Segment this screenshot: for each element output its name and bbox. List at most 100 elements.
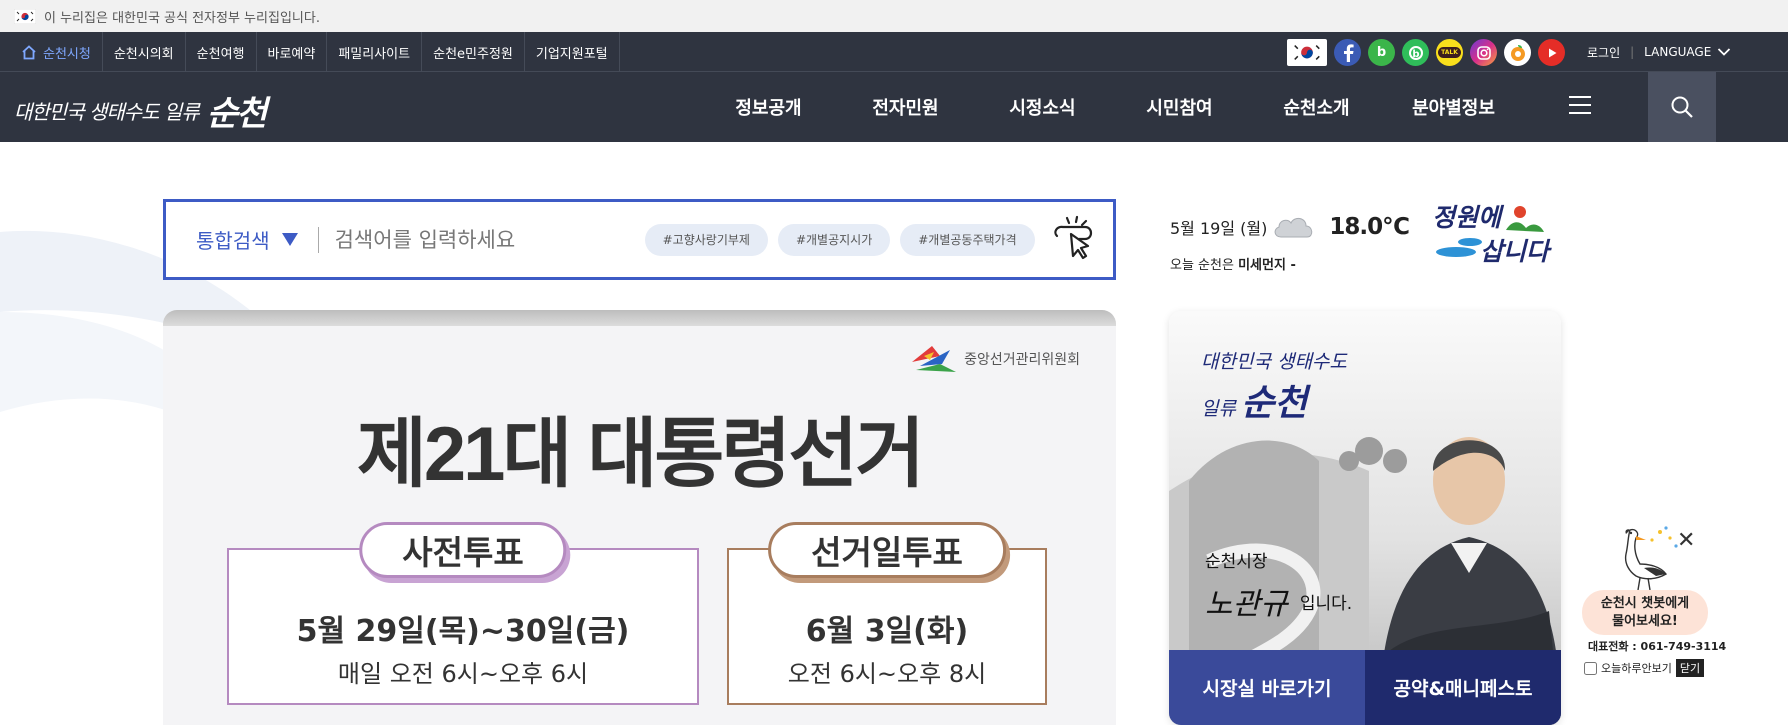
- gov-notice-bar: 이 누리집은 대한민국 공식 전자정부 누리집입니다.: [0, 0, 1788, 32]
- mayor-office-button[interactable]: 시장실 바로가기: [1169, 650, 1365, 725]
- weather-widget: 5월 19일 (월) 18.0℃ 오늘 순천은 미세먼지 -: [1170, 214, 1410, 273]
- mayor-signature-row: 노관규 입니다.: [1205, 579, 1352, 623]
- mayor-card: 대한민국 생태수도 일류 순천 순천시장 노관규 입니다. 시장실 바로가기 공…: [1169, 311, 1561, 725]
- early-voting-time: 매일 오전 6시~오후 6시: [337, 660, 589, 688]
- site-link-label: 순천시청: [43, 46, 91, 62]
- early-voting-label: 사전투표: [359, 522, 567, 578]
- nec-emblem-icon: [912, 346, 957, 372]
- search-tag[interactable]: #개별공지시가: [777, 223, 891, 256]
- header-search-button[interactable]: [1648, 72, 1716, 142]
- menu-e-civil[interactable]: 전자민원: [837, 94, 974, 120]
- language-button[interactable]: LANGUAGE: [1644, 45, 1731, 59]
- util-divider: |: [1630, 45, 1635, 59]
- suncheon-story-icon[interactable]: [1504, 39, 1531, 66]
- mayor-slogan-line2: 일류: [1201, 398, 1236, 420]
- garden-logo-line2: 삽니다: [1480, 237, 1552, 266]
- site-link-democracy[interactable]: 순천e민주정원: [422, 32, 525, 72]
- sns-links: b b TALK: [1287, 39, 1565, 66]
- all-menu-icon[interactable]: [1569, 96, 1591, 116]
- youtube-icon[interactable]: [1538, 39, 1565, 66]
- blog-icon[interactable]: b: [1368, 39, 1395, 66]
- early-voting-date: 5월 29일(목)~30일(금): [296, 614, 630, 649]
- logo-slogan: 대한민국 생태수도 일류: [14, 100, 200, 124]
- korea-flag-icon[interactable]: [1287, 39, 1327, 66]
- menu-info-disclosure[interactable]: 정보공개: [700, 94, 837, 120]
- search-input[interactable]: [334, 227, 625, 252]
- hide-today-row: 오늘하루안보기 닫기: [1584, 659, 1705, 677]
- band-icon[interactable]: b: [1402, 39, 1429, 66]
- early-voting-box: 사전투표 5월 29일(목)~30일(금) 매일 오전 6시~오후 6시: [227, 522, 699, 705]
- chatbot-message[interactable]: 순천시 챗봇에게 물어보세요!: [1582, 590, 1708, 635]
- search-tags: #고향사랑기부제 #개별공지시가 #개별공동주택가격: [644, 223, 1035, 256]
- dust-info: 오늘 순천은 미세먼지 -: [1170, 254, 1409, 273]
- site-link-tour[interactable]: 순천여행: [186, 32, 257, 72]
- election-day-date: 6월 3일(화): [805, 614, 969, 649]
- chevron-down-icon: [1718, 48, 1731, 56]
- facebook-icon[interactable]: [1334, 39, 1361, 66]
- nec-logo: 중앙선거관리위원회: [910, 342, 1080, 376]
- mayor-caption: 순천시장: [1205, 552, 1268, 572]
- mayor-slogan: 대한민국 생태수도 일류 순천: [1201, 347, 1347, 426]
- mayor-slogan-line3: 순천: [1241, 382, 1308, 424]
- integrated-search: 통합검색 #고향사랑기부제 #개별공지시가 #개별공동주택가격: [163, 199, 1116, 280]
- click-cursor-icon: [1053, 215, 1092, 259]
- election-banner[interactable]: 중앙선거관리위원회 제21대 대통령선거 사전투표 5월 29일(목)~30일(…: [163, 310, 1116, 725]
- mayor-suffix: 입니다.: [1299, 593, 1353, 614]
- dust-value: 미세먼지 -: [1238, 258, 1296, 273]
- util-right: 로그인 | LANGUAGE: [1587, 32, 1731, 72]
- language-label: LANGUAGE: [1644, 45, 1712, 59]
- site-link-council[interactable]: 순천시의회: [103, 32, 186, 72]
- chatbot-popup: ✕ 순천시 챗봇에게 물어보세요! 대표전화 : 061-749-3114 오늘…: [1578, 520, 1726, 680]
- svg-text:b: b: [1412, 49, 1419, 60]
- caret-down-icon: [281, 233, 298, 246]
- hide-today-checkbox[interactable]: [1584, 661, 1597, 675]
- hide-today-label: 오늘하루안보기: [1601, 662, 1672, 675]
- search-icon: [1671, 96, 1693, 118]
- menu-field-info[interactable]: 분야별정보: [1385, 94, 1522, 120]
- search-tag[interactable]: #개별공동주택가격: [900, 223, 1035, 256]
- login-link[interactable]: 로그인: [1587, 44, 1620, 61]
- election-day-label: 선거일투표: [768, 522, 1006, 578]
- home-icon: [22, 44, 36, 59]
- mayor-buttons: 시장실 바로가기 공약&매니페스토: [1169, 650, 1561, 725]
- nec-name: 중앙선거관리위원회: [964, 352, 1080, 368]
- site-links: 순천시청 순천시의회 순천여행 바로예약 패밀리사이트 순천e민주정원 기업지원…: [10, 32, 620, 72]
- banner-title: 제21대 대통령선거: [356, 412, 925, 497]
- kakao-label: TALK: [1438, 47, 1461, 58]
- search-tag[interactable]: #고향사랑기부제: [644, 223, 768, 256]
- utility-bar: 순천시청 순천시의회 순천여행 바로예약 패밀리사이트 순천e민주정원 기업지원…: [0, 32, 1788, 72]
- weather-temp: 18.0℃: [1329, 214, 1410, 240]
- main-phone: 대표전화 : 061-749-3114: [1588, 640, 1727, 653]
- chatbot-line2: 물어보세요!: [1612, 614, 1678, 629]
- search-category-select[interactable]: 통합검색: [196, 225, 298, 254]
- kakao-talk-icon[interactable]: TALK: [1436, 39, 1463, 66]
- main-nav: 대한민국 생태수도 일류 순천 정보공개 전자민원 시정소식 시민참여 순천소개…: [0, 72, 1788, 142]
- gnb-menu: 정보공개 전자민원 시정소식 시민참여 순천소개 분야별정보: [700, 72, 1522, 142]
- site-logo[interactable]: 대한민국 생태수도 일류 순천: [14, 86, 268, 135]
- notice-text: 이 누리집은 대한민국 공식 전자정부 누리집입니다.: [44, 10, 320, 26]
- search-divider: [317, 226, 319, 253]
- chatbot-line1: 순천시 챗봇에게: [1600, 596, 1690, 611]
- search-submit-button[interactable]: [1049, 214, 1097, 266]
- garden-life-logo[interactable]: 정원에 삽니다: [1428, 198, 1563, 270]
- site-link-business[interactable]: 기업지원포털: [525, 32, 620, 72]
- menu-participation[interactable]: 시민참여: [1111, 94, 1248, 120]
- mayor-signature: 노관규: [1205, 587, 1288, 622]
- korea-flag-icon: [14, 8, 36, 24]
- instagram-icon[interactable]: [1470, 39, 1497, 66]
- cloud-icon: [1274, 218, 1313, 238]
- site-link-home[interactable]: 순천시청: [10, 32, 103, 72]
- menu-city-news[interactable]: 시정소식: [974, 94, 1111, 120]
- search-category-label: 통합검색: [196, 229, 270, 253]
- banner-top-strip: [163, 310, 1116, 326]
- popup-close-button[interactable]: 닫기: [1675, 659, 1705, 677]
- mayor-slogan-line1: 대한민국 생태수도: [1201, 351, 1347, 373]
- site-link-family[interactable]: 패밀리사이트: [327, 32, 423, 72]
- pledge-manifesto-button[interactable]: 공약&매니페스토: [1365, 650, 1561, 725]
- weather-date: 5월 19일 (월): [1170, 219, 1268, 238]
- election-day-box: 선거일투표 6월 3일(화) 오전 6시~오후 8시: [727, 522, 1047, 705]
- garden-logo-line1: 정원에: [1432, 203, 1505, 232]
- menu-about[interactable]: 순천소개: [1248, 94, 1385, 120]
- logo-city: 순천: [206, 94, 268, 134]
- site-link-reservation[interactable]: 바로예약: [257, 32, 328, 72]
